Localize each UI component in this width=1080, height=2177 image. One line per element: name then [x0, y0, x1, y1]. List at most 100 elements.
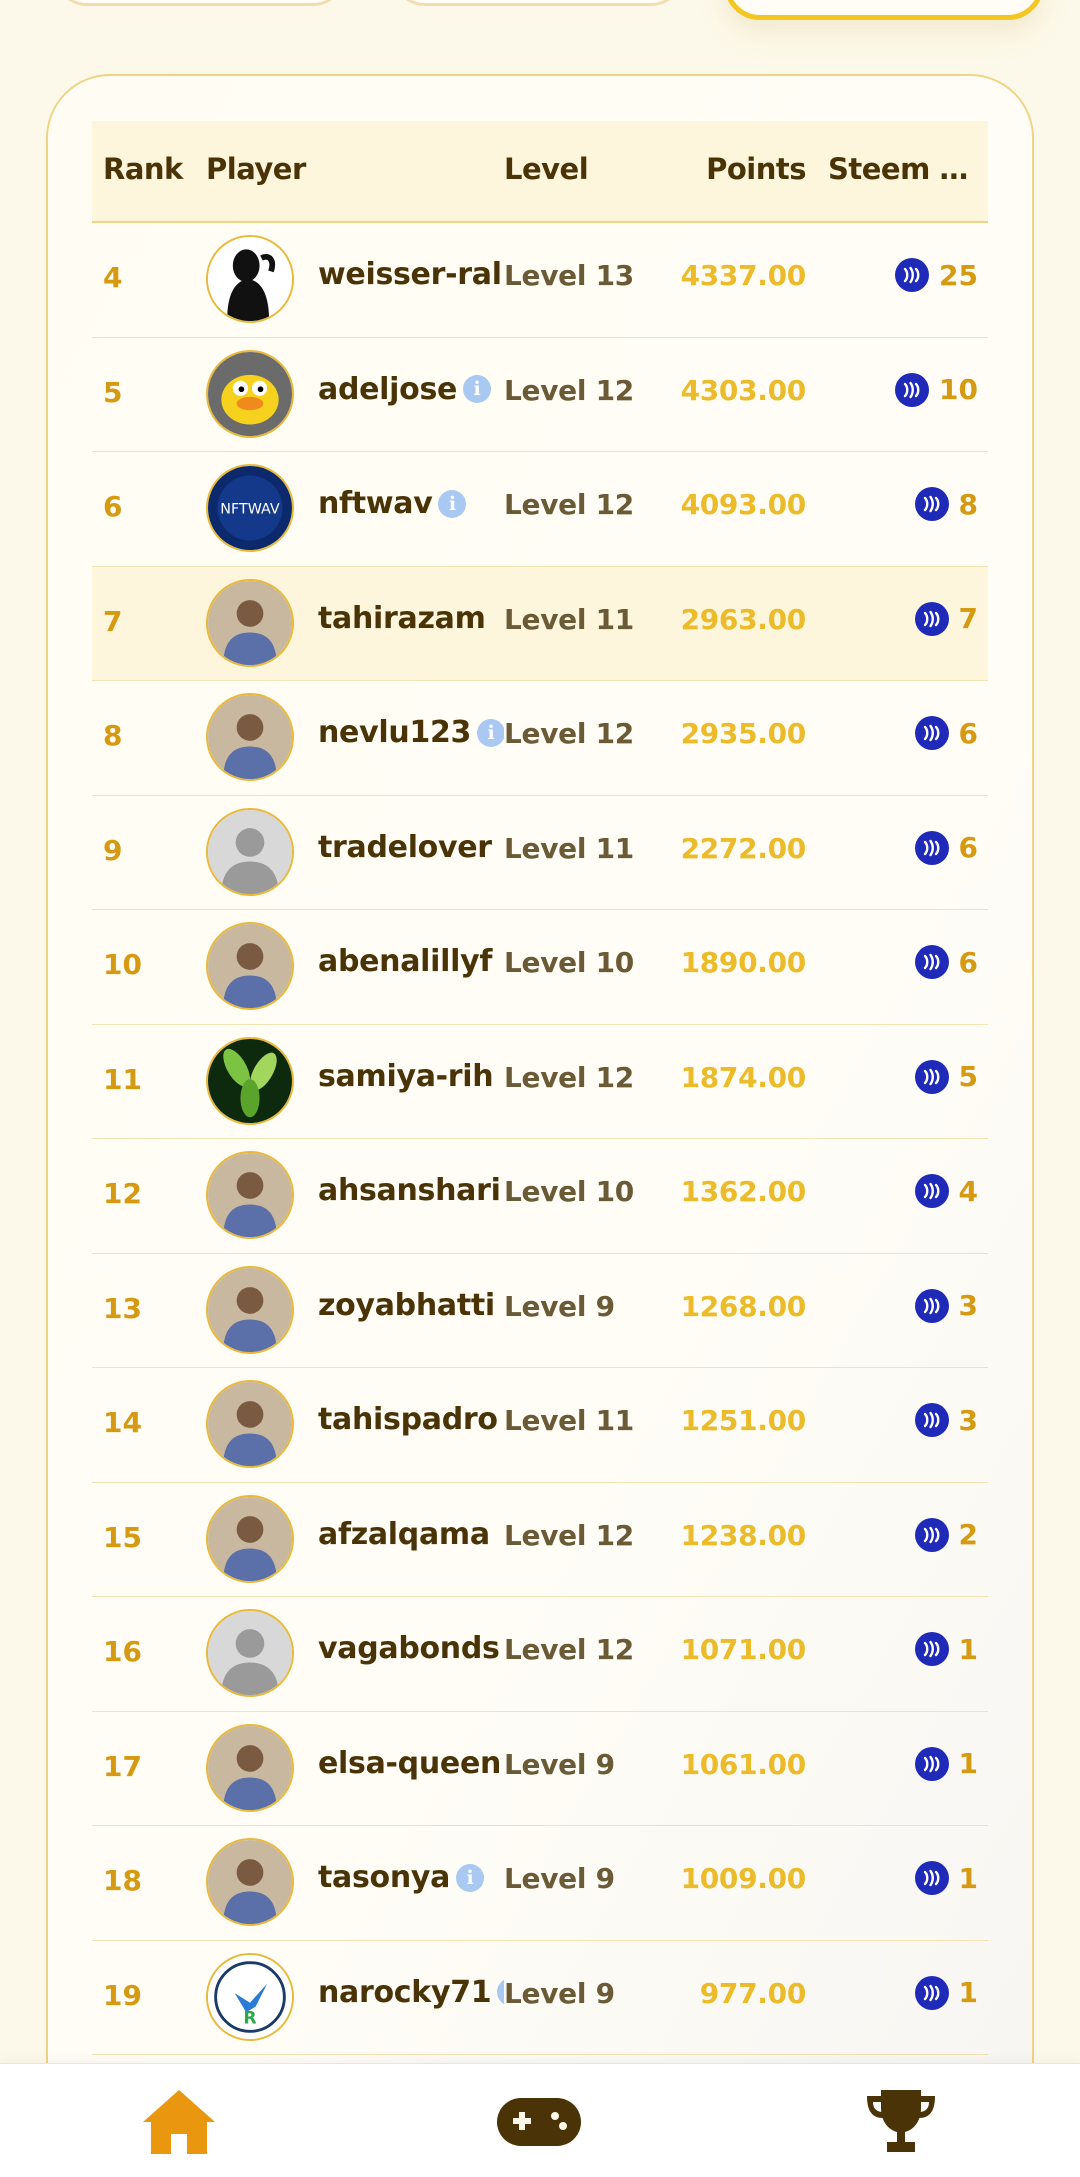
- header-rank[interactable]: Rank: [103, 152, 183, 186]
- steem-icon: [914, 487, 949, 521]
- avatar[interactable]: [206, 1494, 294, 1583]
- player-cell[interactable]: ahsanshari: [318, 1173, 504, 1219]
- photo-avatar-icon: [208, 1153, 292, 1237]
- steem-rewards-cell: 3: [914, 1400, 978, 1440]
- table-row[interactable]: 14 tahispadro Level 11 1251.00 3: [92, 1368, 988, 1483]
- steem-rewards-cell: 1: [914, 1744, 978, 1784]
- player-cell[interactable]: narocky71i: [318, 1975, 504, 2021]
- player-cell[interactable]: nevlu123 i: [318, 715, 504, 761]
- header-level[interactable]: Level: [504, 152, 589, 186]
- steem-icon: [914, 1861, 949, 1895]
- avatar[interactable]: [206, 922, 294, 1010]
- photo-avatar-icon: [208, 1840, 292, 1924]
- steem-rewards-cell: 6: [914, 713, 978, 753]
- table-row[interactable]: 15 afzalqama Level 12 1238.00 2: [92, 1483, 988, 1597]
- avatar[interactable]: [206, 1036, 294, 1125]
- table-row[interactable]: 6 NFTWAV nftwav i Level 12 4093.00 8: [92, 452, 988, 567]
- avatar[interactable]: R: [206, 1952, 294, 2041]
- avatar[interactable]: [206, 693, 294, 781]
- info-icon[interactable]: i: [497, 1978, 504, 2006]
- table-row[interactable]: 4 weisser-ral Level 13 4337.00 25: [92, 223, 988, 338]
- header-player[interactable]: Player: [206, 152, 306, 186]
- table-row[interactable]: 10 abenalillyf Level 10 1890.00 6: [92, 910, 988, 1025]
- points-value: 1362.00: [680, 1175, 807, 1208]
- table-row[interactable]: 13 zoyabhatti Level 9 1268.00 3: [92, 1254, 988, 1368]
- table-row[interactable]: 7 tahirazam Level 11 2963.00 7: [92, 566, 988, 681]
- avatar[interactable]: [206, 1723, 294, 1812]
- header-steem-rewards[interactable]: Steem R...: [828, 152, 980, 186]
- player-cell[interactable]: nftwav i: [318, 486, 504, 532]
- player-name[interactable]: vagabonds: [318, 1631, 500, 1666]
- player-cell[interactable]: tahirazam: [318, 601, 504, 647]
- player-cell[interactable]: elsa-queen: [318, 1746, 504, 1792]
- info-icon[interactable]: i: [456, 1863, 485, 1892]
- table-row[interactable]: 9 tradelover Level 11 2272.00 6: [92, 796, 988, 910]
- info-icon[interactable]: i: [438, 489, 467, 518]
- player-name[interactable]: narocky71: [318, 1975, 492, 2010]
- bottom-nav: [0, 2063, 1080, 2177]
- rank-value: 8: [103, 719, 123, 752]
- table-row[interactable]: 17 elsa-queen Level 9 1061.00 1: [92, 1712, 988, 1826]
- player-name[interactable]: tasonya: [318, 1860, 450, 1895]
- table-row[interactable]: 8 nevlu123 i Level 12 2935.00 6: [92, 681, 988, 796]
- player-cell[interactable]: zoyabhatti: [318, 1288, 504, 1334]
- nav-leaderboard-button[interactable]: [856, 2082, 946, 2162]
- player-cell[interactable]: tradelover: [318, 830, 504, 876]
- player-name[interactable]: nevlu123: [318, 715, 471, 750]
- player-cell[interactable]: weisser-ral: [318, 257, 504, 303]
- tab-3-active[interactable]: [724, 0, 1044, 20]
- player-name[interactable]: weisser-ral: [318, 257, 502, 292]
- player-cell[interactable]: tasonya i: [318, 1860, 504, 1906]
- trophy-icon: [867, 2090, 935, 2152]
- nav-games-button[interactable]: [494, 2082, 584, 2162]
- silhouette-avatar-icon: [208, 237, 292, 321]
- avatar[interactable]: [206, 1609, 294, 1697]
- default-user-icon: [208, 1611, 292, 1695]
- player-cell[interactable]: abenalillyf: [318, 944, 504, 990]
- avatar[interactable]: NFTWAV: [206, 464, 294, 552]
- player-name[interactable]: tradelover: [318, 830, 492, 865]
- steem-rewards-cell: 1: [914, 1858, 978, 1898]
- avatar[interactable]: [206, 1151, 294, 1239]
- tab-2[interactable]: [392, 0, 684, 6]
- table-row[interactable]: 5 adeljose i Level 12 4303.00 10: [92, 338, 988, 452]
- rank-value: 17: [103, 1749, 142, 1783]
- player-name[interactable]: abenalillyf: [318, 944, 492, 979]
- table-row[interactable]: 18 tasonya i Level 9 1009.00 1: [92, 1826, 988, 1941]
- tab-1[interactable]: [54, 0, 346, 6]
- info-icon[interactable]: i: [477, 718, 504, 747]
- avatar[interactable]: [206, 235, 294, 323]
- player-cell[interactable]: adeljose i: [318, 372, 504, 418]
- player-name[interactable]: nftwav: [318, 486, 433, 521]
- player-name[interactable]: tahirazam: [318, 601, 486, 636]
- player-name[interactable]: ahsanshari: [318, 1173, 501, 1208]
- player-cell[interactable]: samiya-rih: [318, 1059, 504, 1105]
- avatar[interactable]: [206, 1265, 294, 1354]
- info-icon[interactable]: i: [463, 375, 492, 403]
- avatar[interactable]: [206, 807, 294, 896]
- table-row[interactable]: 16 vagabonds Level 12 1071.00 1: [92, 1597, 988, 1712]
- player-cell[interactable]: tahispadro: [318, 1402, 504, 1448]
- player-name[interactable]: tahispadro: [318, 1402, 498, 1437]
- table-row[interactable]: 12 ahsanshari Level 10 1362.00 4: [92, 1139, 988, 1254]
- rank-value: 5: [103, 375, 123, 409]
- table-row[interactable]: 19 Rnarocky71iLevel 9 977.00 1: [92, 1941, 988, 2055]
- player-name[interactable]: samiya-rih: [318, 1059, 494, 1094]
- steem-rewards-cell: 5: [914, 1057, 978, 1097]
- player-name[interactable]: adeljose: [318, 372, 457, 407]
- player-cell[interactable]: vagabonds: [318, 1631, 504, 1677]
- avatar[interactable]: [206, 1838, 294, 1926]
- player-name[interactable]: elsa-queen: [318, 1746, 501, 1781]
- avatar[interactable]: [206, 578, 294, 667]
- player-name[interactable]: zoyabhatti: [318, 1288, 495, 1323]
- avatar[interactable]: [206, 349, 294, 438]
- player-cell[interactable]: afzalqama: [318, 1517, 504, 1563]
- table-header: Rank Player Level Points Steem R...: [92, 121, 988, 223]
- header-points[interactable]: Points: [706, 152, 806, 186]
- player-name[interactable]: afzalqama: [318, 1517, 490, 1552]
- table-row[interactable]: 11 samiya-rih Level 12 1874.00 5: [92, 1025, 988, 1139]
- avatar[interactable]: [206, 1380, 294, 1468]
- nav-home-button[interactable]: [134, 2082, 224, 2162]
- points-value: 4093.00: [680, 488, 807, 521]
- photo-avatar-icon: [208, 1382, 292, 1466]
